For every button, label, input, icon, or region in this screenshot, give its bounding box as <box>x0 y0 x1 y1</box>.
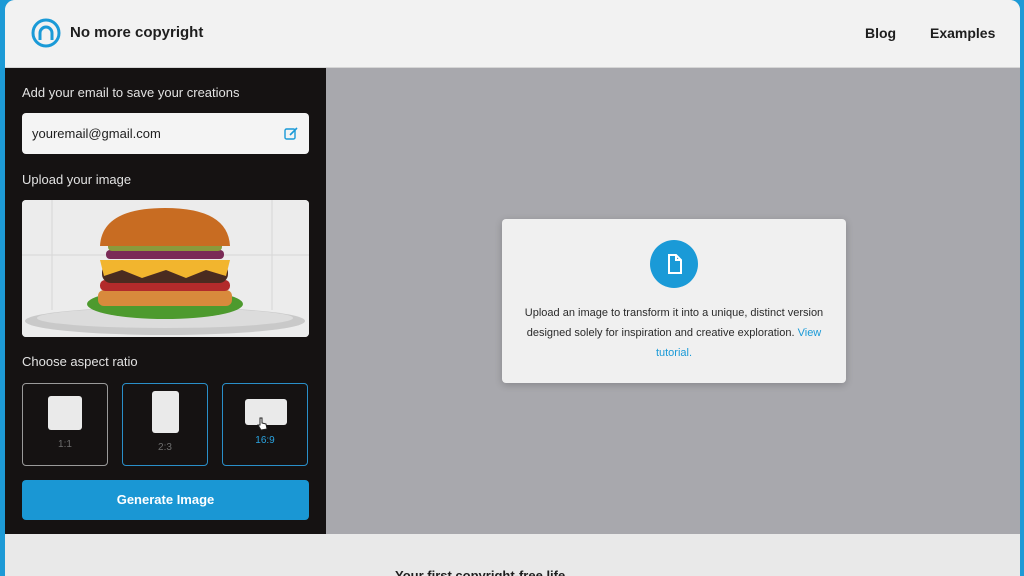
upload-label: Upload your image <box>22 172 132 187</box>
hand-cursor-icon <box>257 417 268 431</box>
edit-icon[interactable] <box>284 126 299 141</box>
brand-name[interactable]: No more copyright <box>70 24 203 41</box>
sidebar: Add your email to save your creations yo… <box>5 68 326 534</box>
email-value: youremail@gmail.com <box>32 126 161 141</box>
header: No more copyright Blog Examples <box>5 0 1020 68</box>
ratio-option-label: 2:3 <box>158 442 172 453</box>
nav-examples[interactable]: Examples <box>930 25 995 41</box>
preview-area: Upload an image to transform it into a u… <box>326 68 1020 534</box>
document-icon <box>650 240 698 288</box>
ratio-option-16-9[interactable]: 16:9 <box>222 383 308 466</box>
square-shape-icon <box>48 396 82 430</box>
nav-blog[interactable]: Blog <box>865 25 896 41</box>
app-window: No more copyright Blog Examples Add your… <box>5 0 1020 576</box>
footer-strip: Your first copyright-free life... <box>5 534 1020 576</box>
upload-prompt-card: Upload an image to transform it into a u… <box>502 219 846 383</box>
ratio-option-1-1[interactable]: 1:1 <box>22 383 108 466</box>
ratio-label: Choose aspect ratio <box>22 354 138 369</box>
generate-image-button[interactable]: Generate Image <box>22 480 309 520</box>
ratio-option-label: 16:9 <box>255 435 275 446</box>
portrait-shape-icon <box>152 391 179 433</box>
footer-heading: Your first copyright-free life... <box>395 568 577 576</box>
card-text: Upload an image to transform it into a u… <box>524 307 824 339</box>
email-label: Add your email to save your creations <box>22 85 240 100</box>
ratio-option-2-3[interactable]: 2:3 <box>122 383 208 466</box>
ratio-option-label: 1:1 <box>58 439 72 450</box>
card-description: Upload an image to transform it into a u… <box>522 303 826 363</box>
logo-icon <box>31 18 61 48</box>
burger-image <box>22 200 309 337</box>
email-field[interactable]: youremail@gmail.com <box>22 113 309 154</box>
uploaded-image[interactable] <box>22 200 309 337</box>
